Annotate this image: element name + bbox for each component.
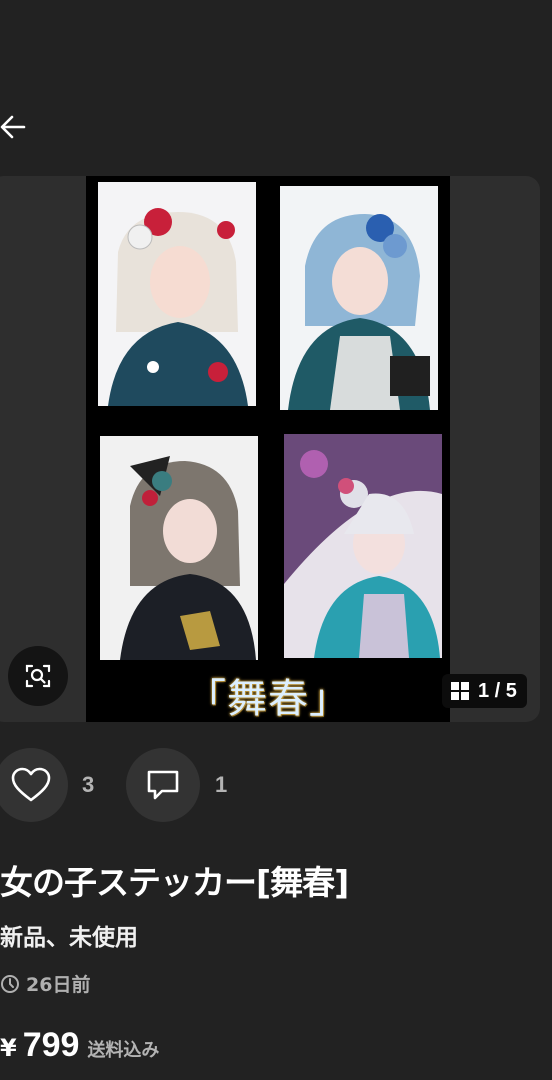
- product-image[interactable]: 「舞春」: [86, 176, 450, 722]
- posted-time: 26日前: [0, 970, 90, 997]
- clock-icon: [1, 974, 19, 993]
- price-amount: 799: [22, 1026, 80, 1064]
- sticker-panel: [100, 436, 258, 660]
- shipping-note: 送料込み: [87, 1040, 160, 1061]
- comment-bubble-icon: [147, 770, 179, 800]
- image-search-icon: [25, 664, 51, 688]
- comment-button[interactable]: [126, 748, 200, 822]
- heart-outline-icon: [11, 767, 51, 802]
- comment-count: 1: [215, 772, 228, 797]
- product-condition: 新品、未使用: [0, 925, 138, 951]
- posted-time-text: 26日前: [26, 974, 91, 996]
- action-row: 3 1: [0, 748, 552, 824]
- image-search-button[interactable]: [8, 646, 68, 706]
- back-button[interactable]: [0, 112, 30, 142]
- currency-symbol: ¥: [0, 1034, 17, 1062]
- image-page-counter[interactable]: 1 / 5: [442, 674, 527, 708]
- page-counter-text: 1 / 5: [478, 679, 517, 702]
- product-title: 女の子ステッカー[舞春]: [0, 863, 349, 902]
- grid-icon: [451, 682, 469, 700]
- image-caption: 「舞春」: [186, 676, 350, 722]
- sticker-panel: [280, 186, 438, 410]
- like-button[interactable]: [0, 748, 68, 822]
- like-count: 3: [82, 772, 95, 797]
- sticker-panel: [98, 182, 256, 406]
- arrow-left-icon: [0, 115, 26, 139]
- price: ¥ 799 送料込み: [0, 1026, 159, 1065]
- image-carousel[interactable]: 「舞春」 1 / 5: [0, 176, 540, 722]
- sticker-panel: [284, 434, 442, 658]
